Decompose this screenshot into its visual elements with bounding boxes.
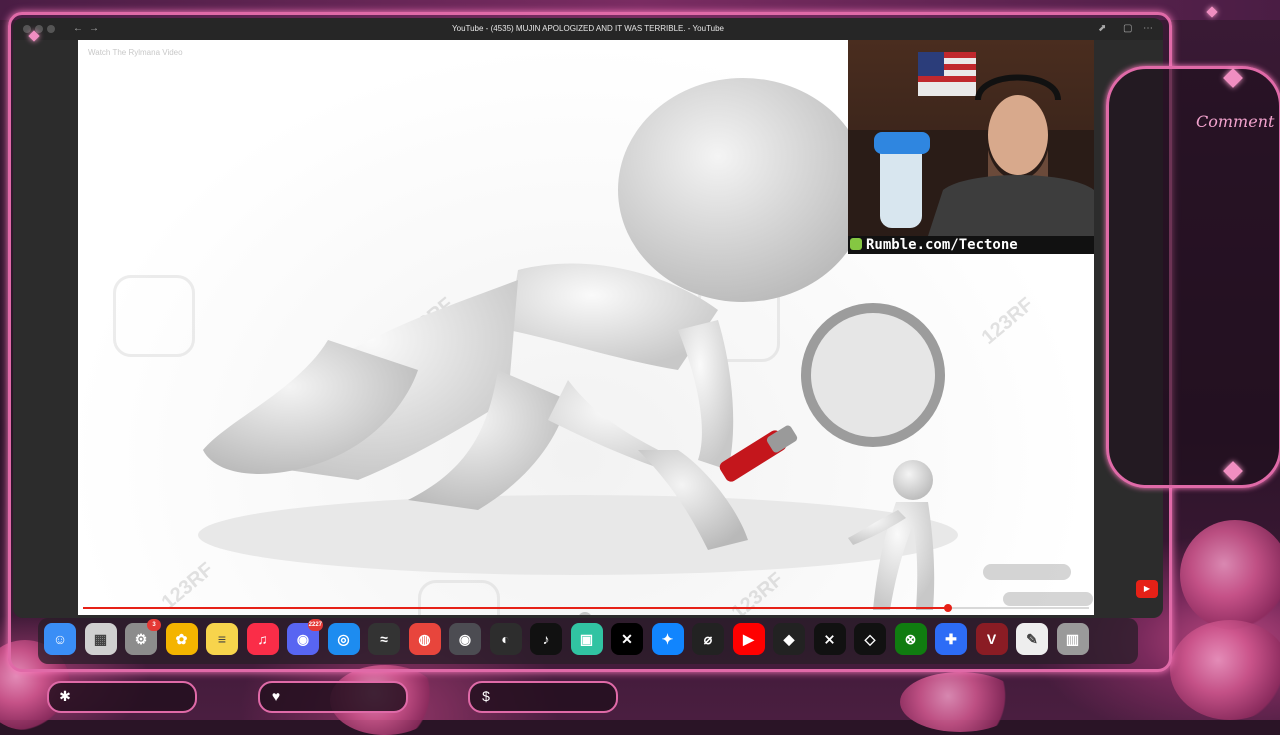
close-window-icon[interactable] <box>23 25 31 33</box>
heart-icon: ♥ <box>271 688 281 704</box>
back-arrow-icon[interactable]: ← <box>73 23 83 35</box>
notification-badge: 2227 <box>307 619 323 631</box>
tiktok-icon[interactable]: ♪ <box>530 623 562 655</box>
proton-icon[interactable]: ⌀ <box>692 623 724 655</box>
streamlabs-icon[interactable]: ▣ <box>570 623 603 655</box>
webcam-feed: Rumble.com/Tectone <box>848 40 1094 254</box>
video-progress-bar[interactable] <box>83 604 1089 612</box>
window-titlebar: ← → YouTube - (4535) MUJIN APOLOGIZED AN… <box>13 18 1163 40</box>
zoom-window-icon[interactable] <box>47 25 55 33</box>
more-icon[interactable]: ⋯ <box>1143 23 1153 35</box>
xbox-icon[interactable]: ⊗ <box>894 623 927 655</box>
tidal-icon[interactable]: ◇ <box>854 623 886 655</box>
photos-icon[interactable]: ✿ <box>165 623 198 655</box>
window-title: YouTube - (4535) MUJIN APOLOGIZED AND IT… <box>452 24 724 33</box>
music-icon[interactable]: ♫ <box>246 623 279 655</box>
finder-icon[interactable]: ☺ <box>44 623 76 655</box>
trash-icon[interactable]: ▥ <box>1056 623 1089 655</box>
dollar-icon: $ <box>482 688 490 704</box>
settings-icon[interactable]: ⚙ 3 <box>125 619 161 655</box>
textedit-icon[interactable]: ✎ <box>1016 623 1048 655</box>
waves-icon[interactable]: ≈ <box>368 623 400 655</box>
rose-decoration <box>1170 620 1280 720</box>
webcam-label-text: Rumble.com/Tectone <box>866 237 1018 253</box>
discord-icon[interactable]: ◉ 2227 <box>287 619 323 655</box>
obs-icon[interactable]: ◐ <box>489 623 522 655</box>
webcam-label: Rumble.com/Tectone <box>848 236 1094 254</box>
roblox-icon[interactable]: ◆ <box>773 623 805 655</box>
comment-label: Comment <box>1196 112 1275 131</box>
safari-icon[interactable]: ◎ <box>327 623 360 655</box>
plus-app-icon[interactable]: ✚ <box>935 623 967 655</box>
x-icon[interactable]: ✕ <box>611 623 643 655</box>
discord-ptb-icon[interactable]: ◉ <box>449 623 481 655</box>
rose-decoration <box>900 672 1020 732</box>
forward-arrow-icon[interactable]: → <box>89 23 99 35</box>
bottom-pill-star: ✱ <box>47 681 197 713</box>
video-progress-fill <box>83 607 949 609</box>
notification-badge: 3 <box>147 619 161 631</box>
youtube-subscribe-icon: ▶ <box>1136 580 1158 598</box>
chrome-icon[interactable]: ◍ <box>408 623 441 655</box>
bottom-pill-dollar: $ <box>468 681 618 713</box>
video-action-buttons[interactable] <box>983 564 1071 580</box>
bottom-pill-heart: ♥ <box>258 681 408 713</box>
tabs-icon[interactable]: ▢ <box>1123 23 1132 35</box>
capcut-icon[interactable]: ⨯ <box>813 623 846 655</box>
bluesky-icon[interactable]: ✦ <box>651 623 684 655</box>
vc-icon[interactable]: V <box>975 623 1008 655</box>
player-settings-controls[interactable] <box>1003 592 1093 606</box>
star-icon: ✱ <box>59 688 71 704</box>
notes-icon[interactable]: ≡ <box>206 623 238 655</box>
launchpad-icon[interactable]: ▦ <box>84 623 117 655</box>
rose-decoration <box>1180 520 1280 630</box>
youtube-icon[interactable]: ▶ <box>732 623 765 655</box>
share-icon[interactable]: ⬈ <box>1098 23 1106 35</box>
webcam-image <box>848 52 1094 236</box>
rumble-icon <box>850 238 862 250</box>
